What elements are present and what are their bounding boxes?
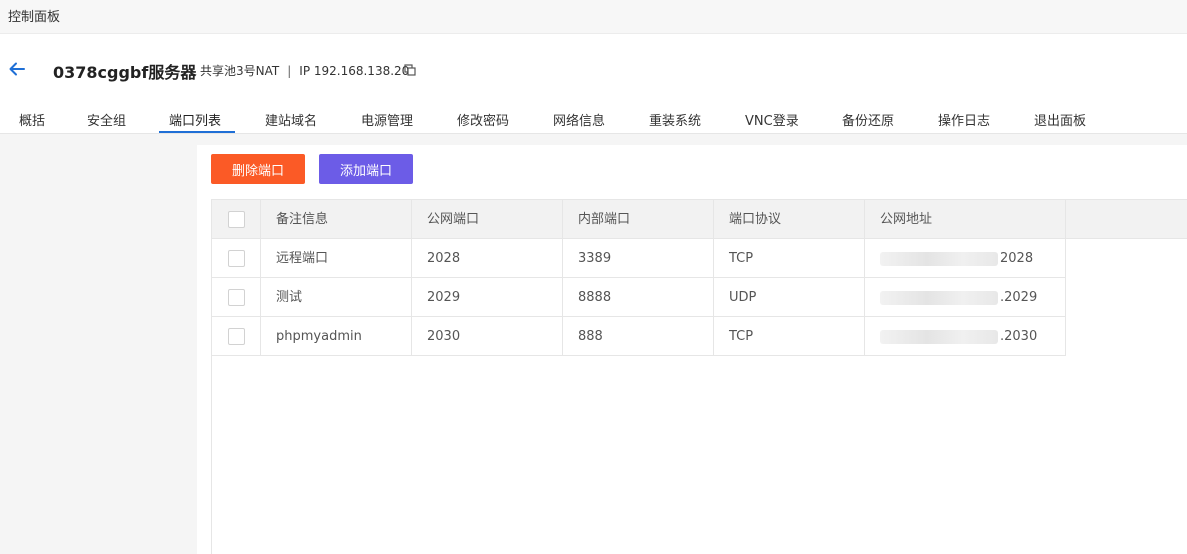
add-port-button[interactable]: 添加端口 bbox=[319, 154, 413, 184]
active-tab-indicator bbox=[159, 131, 235, 133]
tab-bar: 概括 安全组 端口列表 建站域名 电源管理 修改密码 网络信息 重装系统 VNC… bbox=[0, 104, 1187, 134]
cell-note: phpmyadmin bbox=[261, 317, 412, 356]
address-suffix: 2028 bbox=[1000, 251, 1034, 266]
cell-internal-port: 888 bbox=[563, 317, 714, 356]
row-checkbox[interactable] bbox=[228, 289, 245, 306]
address-suffix: .2029 bbox=[1000, 290, 1038, 305]
server-name: 0378cggbf服务器 bbox=[53, 63, 197, 82]
row-checkbox[interactable] bbox=[228, 328, 245, 345]
row-checkbox[interactable] bbox=[228, 250, 245, 267]
table-row[interactable]: 远程端口 2028 3389 TCP 2028 bbox=[212, 239, 1066, 278]
table-row[interactable]: phpmyadmin 2030 888 TCP .2030 bbox=[212, 317, 1066, 356]
column-header-note: 备注信息 bbox=[261, 200, 412, 239]
tab-vnc-login[interactable]: VNC登录 bbox=[745, 110, 799, 129]
cell-public-port: 2030 bbox=[412, 317, 563, 356]
cell-note: 测试 bbox=[261, 278, 412, 317]
tab-change-password[interactable]: 修改密码 bbox=[457, 110, 509, 129]
cell-protocol: UDP bbox=[714, 278, 865, 317]
tab-network-info[interactable]: 网络信息 bbox=[553, 110, 605, 129]
tab-backup-restore[interactable]: 备份还原 bbox=[842, 110, 894, 129]
redacted-address bbox=[880, 251, 998, 266]
cell-protocol: TCP bbox=[714, 239, 865, 278]
ip-label: IP 192.168.138.20 bbox=[299, 64, 410, 78]
cell-public-address: .2030 bbox=[865, 317, 1066, 356]
address-suffix: .2030 bbox=[1000, 329, 1038, 344]
row-checkbox-cell bbox=[212, 317, 261, 356]
tab-port-list[interactable]: 端口列表 bbox=[169, 110, 221, 129]
app-title: 控制面板 bbox=[8, 10, 61, 25]
tab-overview[interactable]: 概括 bbox=[19, 110, 45, 129]
redacted-address bbox=[880, 329, 998, 344]
tab-exit-panel[interactable]: 退出面板 bbox=[1034, 110, 1086, 129]
column-header-public-address: 公网地址 bbox=[865, 200, 1066, 239]
pool-label: 共享池3号NAT bbox=[200, 64, 280, 78]
table-header: 备注信息 公网端口 内部端口 端口协议 公网地址 bbox=[212, 200, 1187, 239]
tab-reinstall-system[interactable]: 重装系统 bbox=[649, 110, 701, 129]
table-row[interactable]: 测试 2029 8888 UDP .2029 bbox=[212, 278, 1066, 317]
cell-internal-port: 8888 bbox=[563, 278, 714, 317]
header-checkbox-cell bbox=[212, 200, 261, 239]
tab-security-group[interactable]: 安全组 bbox=[87, 110, 126, 129]
redacted-address bbox=[880, 290, 998, 305]
column-header-internal-port: 内部端口 bbox=[563, 200, 714, 239]
delete-port-button[interactable]: 删除端口 bbox=[211, 154, 305, 184]
column-header-extra bbox=[1066, 200, 1187, 239]
server-meta: 共享池3号NAT | IP 192.168.138.20 bbox=[200, 62, 409, 79]
cell-protocol: TCP bbox=[714, 317, 865, 356]
cell-public-address: .2029 bbox=[865, 278, 1066, 317]
select-all-checkbox[interactable] bbox=[228, 211, 245, 228]
tab-power-management[interactable]: 电源管理 bbox=[361, 110, 413, 129]
row-checkbox-cell bbox=[212, 239, 261, 278]
cell-internal-port: 3389 bbox=[563, 239, 714, 278]
meta-separator: | bbox=[287, 64, 292, 78]
cell-public-address: 2028 bbox=[865, 239, 1066, 278]
title-bar: 控制面板 bbox=[0, 0, 1187, 34]
tab-site-domain[interactable]: 建站域名 bbox=[265, 110, 317, 129]
cell-public-port: 2028 bbox=[412, 239, 563, 278]
column-header-protocol: 端口协议 bbox=[714, 200, 865, 239]
cell-note: 远程端口 bbox=[261, 239, 412, 278]
cell-public-port: 2029 bbox=[412, 278, 563, 317]
column-header-public-port: 公网端口 bbox=[412, 200, 563, 239]
arrow-left-icon[interactable] bbox=[8, 60, 26, 78]
row-checkbox-cell bbox=[212, 278, 261, 317]
tab-operation-log[interactable]: 操作日志 bbox=[938, 110, 990, 129]
copy-icon[interactable] bbox=[404, 64, 416, 76]
port-table: 备注信息 公网端口 内部端口 端口协议 公网地址 远程端口 2028 3389 … bbox=[211, 199, 1187, 554]
